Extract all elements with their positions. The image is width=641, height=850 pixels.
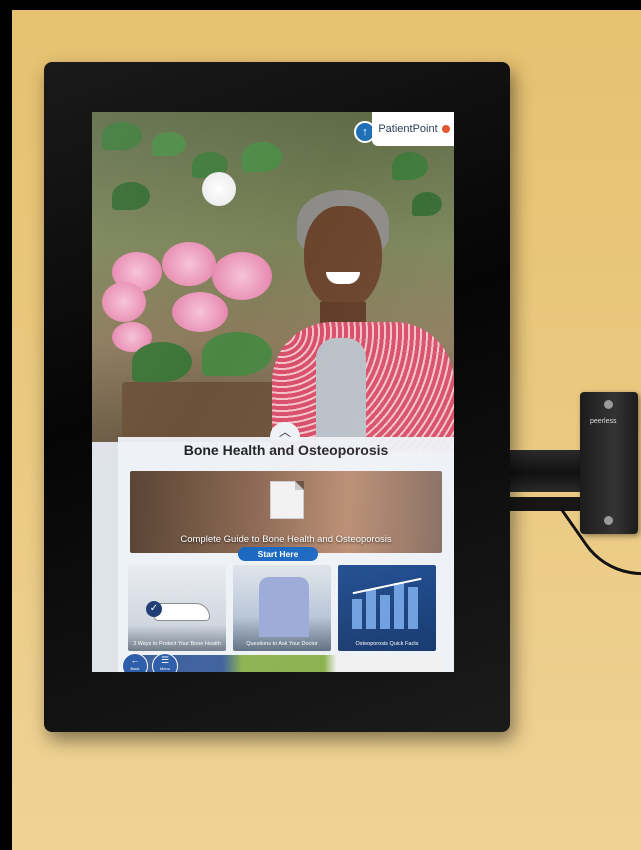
hero-photo bbox=[92, 112, 454, 452]
back-button[interactable]: ← Back bbox=[122, 653, 148, 672]
guide-title: Complete Guide to Bone Health and Osteop… bbox=[180, 534, 392, 545]
mount-brand-label: peerless bbox=[590, 418, 617, 425]
brand-dot-icon bbox=[441, 125, 450, 133]
tile-caption: Questions to Ask Your Doctor bbox=[246, 641, 318, 647]
back-label: Back bbox=[130, 666, 140, 671]
tile-caption: 3 Ways to Protect Your Bone Health bbox=[133, 641, 221, 647]
start-here-button[interactable]: Start Here bbox=[238, 547, 318, 561]
guide-card[interactable]: Complete Guide to Bone Health and Osteop… bbox=[130, 471, 442, 553]
shoe-icon bbox=[154, 603, 210, 621]
tile-protect-bone-health[interactable]: ✓ 3 Ways to Protect Your Bone Health bbox=[128, 565, 226, 651]
tile-quick-facts[interactable]: Osteoporosis Quick Facts bbox=[338, 565, 436, 651]
planter-box bbox=[122, 382, 282, 442]
check-icon: ✓ bbox=[146, 601, 162, 617]
menu-button[interactable]: ☰ Menu bbox=[152, 653, 178, 672]
content-panel: Bone Health and Osteoporosis Complete Gu… bbox=[118, 437, 454, 672]
kiosk-screen: ↑ PatientPoint ︿ Bone Health and Osteopo… bbox=[92, 112, 454, 672]
tile-caption: Osteoporosis Quick Facts bbox=[355, 641, 419, 647]
menu-label: Menu bbox=[159, 666, 170, 671]
panel-title: Bone Health and Osteoporosis bbox=[183, 442, 389, 458]
doctor-image bbox=[259, 577, 309, 637]
tile-questions-doctor[interactable]: Questions to Ask Your Doctor bbox=[233, 565, 331, 651]
document-icon bbox=[270, 481, 304, 519]
brand-name: PatientPoint bbox=[378, 123, 438, 135]
mount-screw bbox=[604, 400, 613, 409]
brand-badge: PatientPoint bbox=[372, 112, 454, 146]
